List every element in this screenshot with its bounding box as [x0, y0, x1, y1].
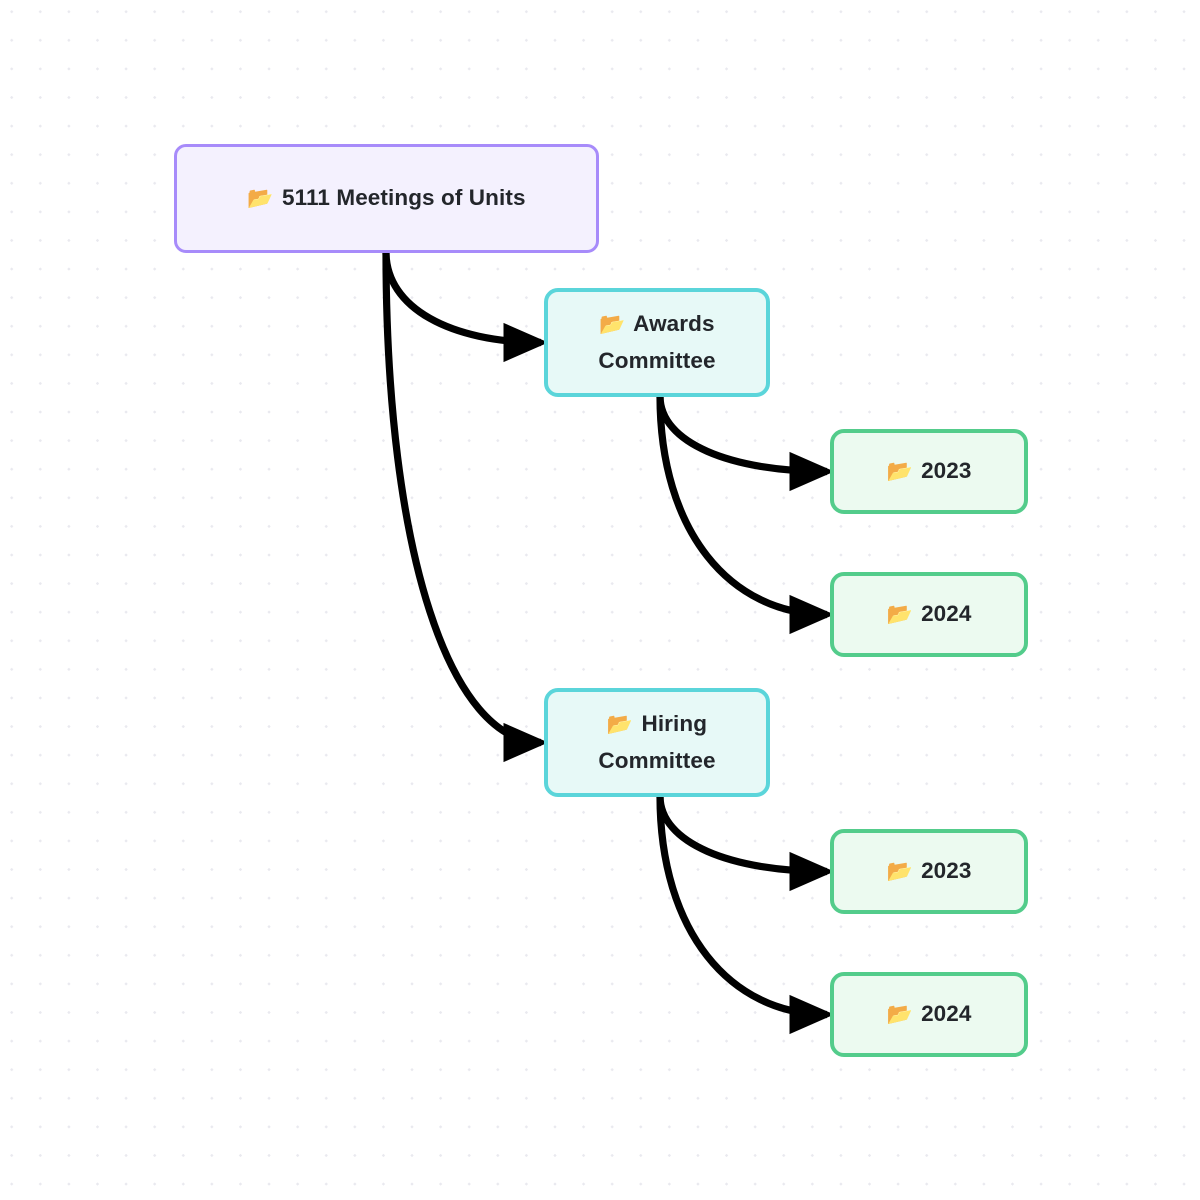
node-hiring-2024[interactable]: 📂 2024 — [830, 972, 1028, 1057]
node-title: 2023 — [921, 458, 972, 484]
node-hiring-2023[interactable]: 📂 2023 — [830, 829, 1028, 914]
node-root[interactable]: 📂 5111 Meetings of Units — [174, 144, 599, 253]
edge-root-awards — [382, 251, 549, 363]
node-label: 📂 Hiring Committee — [598, 706, 715, 779]
node-title: 5111 Meetings of Units — [282, 185, 526, 211]
open-folder-icon: 📂 — [886, 603, 913, 627]
open-folder-icon: 📂 — [247, 187, 274, 211]
edge-root-hiring — [382, 251, 549, 763]
edge-awards-2023 — [656, 395, 835, 492]
open-folder-icon: 📂 — [886, 460, 913, 484]
node-label: 📂 2024 — [886, 596, 971, 632]
edge-hiring-2024 — [656, 795, 835, 1035]
node-title: 2023 — [921, 858, 972, 884]
node-label: 📂 2024 — [886, 996, 971, 1032]
open-folder-icon: 📂 — [886, 860, 913, 884]
node-awards[interactable]: 📂 Awards Committee — [544, 288, 770, 397]
node-awards-2024[interactable]: 📂 2024 — [830, 572, 1028, 657]
node-hiring[interactable]: 📂 Hiring Committee — [544, 688, 770, 797]
open-folder-icon: 📂 — [886, 1003, 913, 1027]
diagram-canvas[interactable]: 📂 5111 Meetings of Units 📂 Awards Committ… — [0, 0, 1200, 1200]
node-label: 📂 2023 — [886, 453, 971, 489]
open-folder-icon: 📂 — [599, 313, 626, 337]
open-folder-icon: 📂 — [606, 713, 634, 737]
node-label: 📂 5111 Meetings of Units — [247, 180, 525, 216]
node-label: 📂 Awards Committee — [598, 306, 715, 379]
node-awards-2023[interactable]: 📂 2023 — [830, 429, 1028, 514]
edge-hiring-2023 — [656, 795, 835, 892]
node-title: 2024 — [921, 1001, 972, 1027]
edge-awards-2024 — [656, 395, 835, 635]
node-label: 📂 2023 — [886, 853, 971, 889]
node-title: 2024 — [921, 601, 972, 627]
